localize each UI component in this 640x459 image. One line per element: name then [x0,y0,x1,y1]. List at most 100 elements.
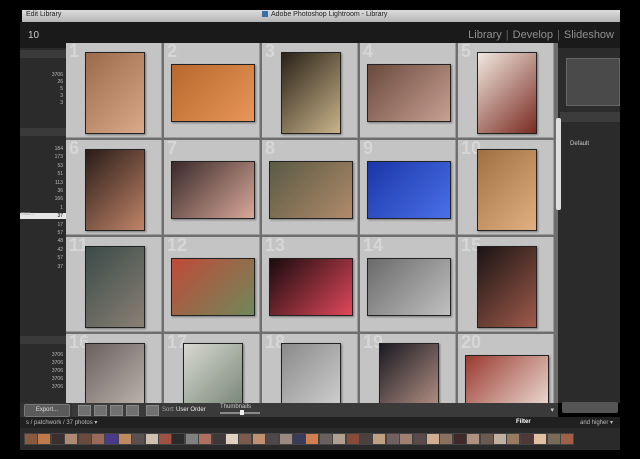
grid-cell[interactable]: 1 [66,43,162,138]
grid-cell[interactable]: 11 [66,237,162,332]
module-develop[interactable]: Develop [513,29,553,41]
photo-thumbnail[interactable] [182,343,243,403]
collection-count[interactable]: 36 [57,188,63,194]
photo-thumbnail[interactable] [464,355,549,403]
filmstrip-thumbnail[interactable] [91,433,105,445]
filmstrip-thumbnail[interactable] [50,433,65,445]
compare-view-button[interactable] [110,405,123,416]
photo-thumbnail[interactable] [366,161,451,219]
grid-cell[interactable]: 16 [66,334,162,403]
collection-count[interactable]: 3 [60,100,63,106]
filmstrip-thumbnail[interactable] [399,433,414,445]
collection-count[interactable]: 57 [57,255,63,261]
photo-thumbnail[interactable] [476,149,537,231]
grid-cell[interactable]: 2 [164,43,260,138]
left-panel-section-header[interactable] [20,128,66,136]
grid-cell[interactable]: 10 [458,140,554,235]
grid-view-button[interactable] [78,405,91,416]
toolbar-menu-chevron[interactable]: ▾ [550,406,554,414]
collection-count[interactable]: 3706 [52,384,63,390]
thumbnail-size-knob[interactable] [240,410,244,415]
filmstrip-thumbnail[interactable] [412,433,427,445]
filmstrip-thumbnail[interactable] [359,433,373,445]
filmstrip-thumbnail[interactable] [251,433,266,445]
collection-count[interactable]: 37 [57,264,63,270]
grid-cell[interactable]: 12 [164,237,260,332]
filmstrip-thumbnail[interactable] [533,433,548,445]
filmstrip-thumbnail[interactable] [211,433,226,445]
survey-view-button[interactable] [126,405,139,416]
collection-count[interactable]: 173 [55,154,63,160]
grid-cell[interactable]: 19 [360,334,456,403]
photo-thumbnail[interactable] [268,161,353,219]
module-slideshow[interactable]: Slideshow [564,29,614,41]
filmstrip-thumbnail[interactable] [439,433,454,445]
grid-cell[interactable]: 13 [262,237,358,332]
filmstrip-thumbnail[interactable] [278,433,293,445]
filmstrip-thumbnail[interactable] [104,433,119,445]
grid-cell[interactable]: 18 [262,334,358,403]
collection-count[interactable]: 3 [60,93,63,99]
collection-count[interactable]: 3706 [52,376,63,382]
photo-thumbnail[interactable] [476,246,537,328]
photo-thumbnail[interactable] [366,258,451,316]
filmstrip-thumbnail[interactable] [493,433,507,445]
filmstrip-thumbnail[interactable] [305,433,320,445]
export-button[interactable]: Export... [24,404,70,417]
filmstrip-thumbnail[interactable] [506,433,521,445]
sort-dropdown[interactable]: User Order [176,407,206,413]
filmstrip-thumbnail[interactable] [198,433,213,445]
grid-cell[interactable]: 4 [360,43,456,138]
collection-count[interactable]: 3706 [52,352,63,358]
menu-fragment[interactable]: Edit Library [26,11,61,18]
filmstrip-thumbnail[interactable] [184,433,199,445]
filmstrip-thumbnail[interactable] [426,433,440,445]
grid-cell[interactable]: 6 [66,140,162,235]
left-panel-section-header[interactable] [20,50,66,58]
photo-thumbnail[interactable] [476,52,537,134]
collection-count[interactable]: 1 [60,205,63,211]
navigator-preview[interactable] [566,58,620,106]
filmstrip-thumbnail[interactable] [345,433,360,445]
filmstrip-thumbnail[interactable] [560,433,574,445]
collection-label[interactable]: mas... [21,211,35,217]
filmstrip-thumbnail[interactable] [452,433,467,445]
filmstrip-thumbnail[interactable] [292,433,306,445]
collection-count[interactable]: 42 [57,247,63,253]
photo-thumbnail[interactable] [84,343,145,403]
filmstrip-thumbnail[interactable] [479,433,494,445]
grid-cell[interactable]: 9 [360,140,456,235]
filmstrip-thumbnail[interactable] [519,433,534,445]
filmstrip-thumbnail[interactable] [171,433,186,445]
photo-thumbnail[interactable] [84,246,145,328]
filmstrip-thumbnail[interactable] [37,433,52,445]
collection-count[interactable]: 166 [55,196,63,202]
filmstrip-thumbnail[interactable] [225,433,239,445]
filmstrip-thumbnail[interactable] [372,433,387,445]
painter-button[interactable] [146,405,159,416]
photo-thumbnail[interactable] [84,149,145,231]
photo-thumbnail[interactable] [268,258,353,316]
grid-cell[interactable]: 7 [164,140,260,235]
photo-thumbnail[interactable] [378,343,439,403]
photo-thumbnail[interactable] [366,64,451,122]
filmstrip-thumbnail[interactable] [546,433,561,445]
filmstrip-thumbnail[interactable] [238,433,253,445]
filmstrip-thumbnail[interactable] [144,433,159,445]
grid-cell[interactable]: 17 [164,334,260,403]
grid-cell[interactable]: 8 [262,140,358,235]
left-panel-section-header[interactable] [20,336,66,344]
photo-thumbnail[interactable] [170,258,255,316]
right-panel-section-header[interactable] [560,112,620,122]
module-library[interactable]: Library [468,29,502,41]
grid-cell[interactable]: 14 [360,237,456,332]
grid-cell[interactable]: 3 [262,43,358,138]
filmstrip-thumbnail[interactable] [131,433,146,445]
collection-count[interactable]: 51 [57,171,63,177]
grid-cell[interactable]: 15 [458,237,554,332]
collection-count[interactable]: 184 [55,146,63,152]
photo-thumbnail[interactable] [280,52,341,134]
filmstrip-thumbnail[interactable] [385,433,400,445]
grid-cell[interactable]: 5 [458,43,554,138]
filmstrip-thumbnail[interactable] [265,433,280,445]
